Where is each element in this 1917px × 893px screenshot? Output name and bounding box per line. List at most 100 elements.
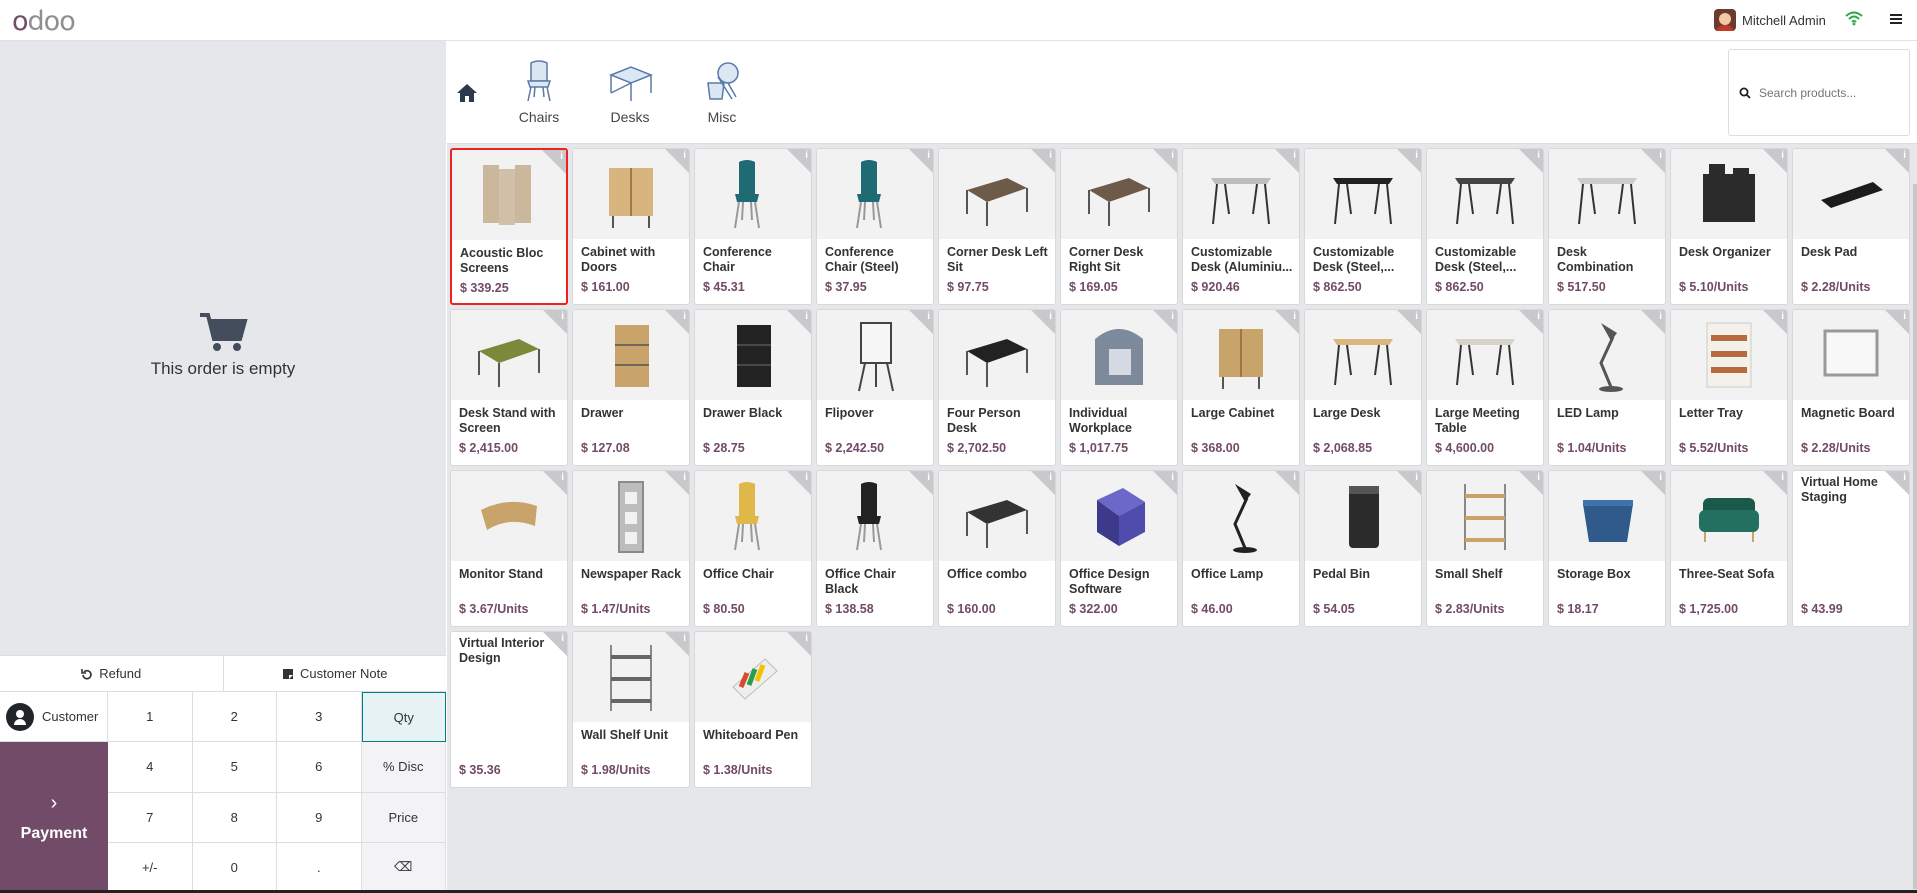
user-menu-button[interactable]: Mitchell Admin — [1714, 8, 1826, 32]
product-card[interactable]: i Wall Shelf Unit $ 1.98/Units — [572, 631, 690, 788]
product-card[interactable]: i Three-Seat Sofa $ 1,725.00 — [1670, 470, 1788, 627]
category-misc[interactable]: Misc — [682, 59, 762, 125]
info-icon: i — [683, 472, 686, 483]
numpad-key-8[interactable]: 8 — [192, 792, 277, 843]
table-icon — [1455, 339, 1515, 386]
refund-button[interactable]: Refund — [0, 656, 223, 691]
product-card[interactable]: i Letter Tray $ 5.52/Units — [1670, 309, 1788, 466]
numpad-key-2[interactable]: 2 — [192, 692, 277, 743]
numpad-key-4[interactable]: 4 — [108, 742, 193, 793]
product-name: Four Person Desk — [947, 406, 1021, 435]
numpad-key-sign[interactable]: +/- — [108, 842, 193, 893]
product-price: $ 54.05 — [1313, 602, 1355, 616]
backspace-button[interactable]: ⌫ — [361, 842, 446, 893]
category-desks[interactable]: Desks — [590, 59, 670, 125]
product-card[interactable]: i Desk Organizer $ 5.10/Units — [1670, 148, 1788, 305]
product-card[interactable]: i Virtual Interior Design $ 35.36 — [450, 631, 568, 788]
pad-icon — [1821, 182, 1883, 208]
shelf-icon — [610, 645, 652, 711]
numpad-key-7[interactable]: 7 — [108, 792, 193, 843]
home-icon[interactable] — [455, 81, 479, 105]
product-card[interactable]: i Drawer Black $ 28.75 — [694, 309, 812, 466]
product-name: Wall Shelf Unit — [581, 728, 669, 742]
hamburger-menu-icon[interactable] — [1888, 11, 1904, 27]
product-card[interactable]: i Four Person Desk $ 2,702.50 — [938, 309, 1056, 466]
payment-button[interactable]: › Payment — [0, 742, 108, 893]
product-card[interactable]: i Desk Combination $ 517.50 — [1548, 148, 1666, 305]
sofa-icon — [1699, 498, 1759, 542]
category-chairs[interactable]: Chairs — [499, 59, 579, 125]
product-card[interactable]: i Conference Chair (Aluminium) $ 45.31 — [694, 148, 812, 305]
customer-button[interactable]: Customer — [0, 692, 108, 742]
product-card[interactable]: i Storage Box $ 18.17 — [1548, 470, 1666, 627]
desk-icon — [966, 339, 1028, 387]
shelf-icon — [1464, 484, 1506, 550]
search-input[interactable] — [1759, 85, 1899, 100]
product-card[interactable]: i Magnetic Board $ 2.28/Units — [1792, 309, 1910, 466]
numpad-key-9[interactable]: 9 — [277, 792, 362, 843]
drawer-icon — [615, 325, 649, 387]
desk-icon — [966, 178, 1028, 226]
product-card[interactable]: i Customizable Desk (Steel,... $ 862.50 — [1426, 148, 1544, 305]
product-card[interactable]: i Conference Chair (Steel) $ 37.95 — [816, 148, 934, 305]
qty-mode-button[interactable]: Qty — [361, 692, 446, 743]
product-price: $ 35.36 — [459, 763, 501, 777]
product-card[interactable]: i Large Cabinet $ 368.00 — [1182, 309, 1300, 466]
product-card[interactable]: i Individual Workplace $ 1,017.75 — [1060, 309, 1178, 466]
product-card[interactable]: i Office Chair $ 80.50 — [694, 470, 812, 627]
product-price: $ 920.46 — [1191, 280, 1240, 294]
product-card[interactable]: i Corner Desk Left Sit $ 97.75 — [938, 148, 1056, 305]
product-card[interactable]: i Small Shelf $ 2.83/Units — [1426, 470, 1544, 627]
pens-icon — [732, 658, 778, 700]
product-name: Whiteboard Pen — [703, 728, 799, 742]
numpad-key-5[interactable]: 5 — [192, 742, 277, 793]
wifi-icon[interactable] — [1845, 10, 1863, 26]
search-icon — [1739, 87, 1751, 99]
product-card[interactable]: i Office Design Software $ 322.00 — [1060, 470, 1178, 627]
discount-mode-button[interactable]: % Disc — [361, 742, 446, 793]
product-card[interactable]: i Cabinet with Doors $ 161.00 — [572, 148, 690, 305]
product-card[interactable]: i Large Meeting Table $ 4,600.00 — [1426, 309, 1544, 466]
product-card[interactable]: i LED Lamp $ 1.04/Units — [1548, 309, 1666, 466]
product-card[interactable]: i Virtual Home Staging $ 43.99 — [1792, 470, 1910, 627]
odoo-logo[interactable]: odoo — [12, 6, 76, 37]
product-card[interactable]: i Whiteboard Pen $ 1.38/Units — [694, 631, 812, 788]
customer-icon — [6, 702, 34, 731]
product-card[interactable]: i Large Desk $ 2,068.85 — [1304, 309, 1422, 466]
numpad-key-3[interactable]: 3 — [277, 692, 362, 743]
info-icon: i — [1781, 311, 1784, 322]
info-icon: i — [1171, 150, 1174, 161]
product-card[interactable]: i Desk Stand with Screen $ 2,415.00 — [450, 309, 568, 466]
price-mode-button[interactable]: Price — [361, 792, 446, 843]
info-icon: i — [1171, 472, 1174, 483]
product-price: $ 2.28/Units — [1801, 280, 1871, 294]
customer-note-button[interactable]: Customer Note — [222, 656, 447, 691]
product-card[interactable]: i Office Chair Black $ 138.58 — [816, 470, 934, 627]
product-card[interactable]: i Monitor Stand $ 3.67/Units — [450, 470, 568, 627]
product-price: $ 37.95 — [825, 280, 867, 294]
info-icon: i — [1659, 150, 1662, 161]
product-card[interactable]: i Office Lamp $ 46.00 — [1182, 470, 1300, 627]
numpad-key-0[interactable]: 0 — [192, 842, 277, 893]
numpad-key-decimal[interactable]: . — [277, 842, 362, 893]
product-card[interactable]: i Office combo $ 160.00 — [938, 470, 1056, 627]
product-card[interactable]: i Flipover $ 2,242.50 — [816, 309, 934, 466]
product-name: Large Meeting Table — [1435, 406, 1520, 435]
product-scrollbar[interactable] — [1913, 184, 1917, 889]
product-card[interactable]: i Drawer $ 127.08 — [572, 309, 690, 466]
product-card[interactable]: i Newspaper Rack $ 1.47/Units — [572, 470, 690, 627]
product-card[interactable]: i Customizable Desk (Steel,... $ 862.50 — [1304, 148, 1422, 305]
info-icon: i — [1049, 150, 1052, 161]
product-price: $ 169.05 — [1069, 280, 1118, 294]
numpad-key-6[interactable]: 6 — [277, 742, 362, 793]
product-price: $ 1.47/Units — [581, 602, 651, 616]
product-card[interactable]: i Customizable Desk (Aluminiu... $ 920.46 — [1182, 148, 1300, 305]
product-price: $ 160.00 — [947, 602, 996, 616]
numpad-key-1[interactable]: 1 — [108, 692, 193, 743]
product-card[interactable]: i Corner Desk Right Sit $ 169.05 — [1060, 148, 1178, 305]
product-card[interactable]: i Acoustic Bloc Screens $ 339.25 — [450, 148, 568, 305]
product-card[interactable]: i Pedal Bin $ 54.05 — [1304, 470, 1422, 627]
product-card[interactable]: i Desk Pad $ 2.28/Units — [1792, 148, 1910, 305]
lamp-icon — [1599, 323, 1623, 392]
order-panel: This order is empty Refund Customer Note… — [0, 41, 446, 893]
